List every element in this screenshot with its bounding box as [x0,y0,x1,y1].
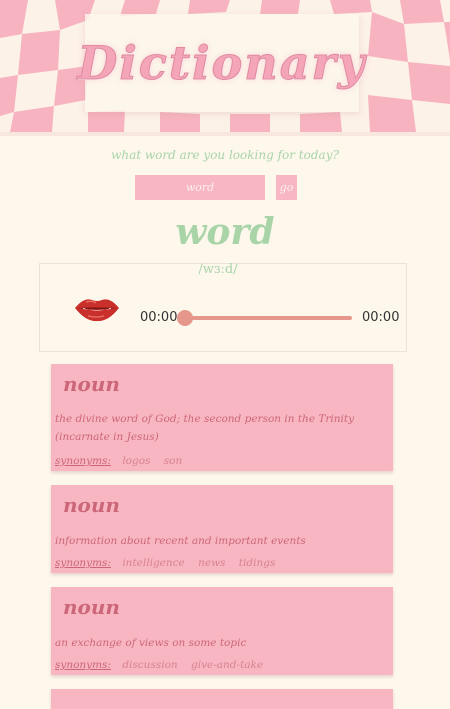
synonym-link[interactable]: tidings [239,557,276,569]
seek-knob[interactable] [177,310,193,326]
synonyms-row: synonyms: discussion give-and-take [55,659,273,671]
search-input[interactable] [135,175,265,200]
synonym-link[interactable]: news [198,557,225,569]
part-of-speech: noun [63,493,120,517]
current-time: 00:00 [140,310,178,325]
search-prompt: what word are you looking for today? [111,148,339,162]
app-title: Dictionary [77,36,367,91]
synonyms-row: synonyms: logos son [55,455,192,467]
part-of-speech: noun [63,595,120,619]
go-button[interactable]: go [276,175,297,200]
synonym-link[interactable]: intelligence [122,557,184,569]
header-banner: Dictionary [0,0,450,136]
meaning-card: noun the divine word of God; the second … [51,364,393,471]
definition-text: an exchange of views on some topic [55,637,247,649]
seek-bar[interactable] [186,316,352,320]
definition-text: the divine word of God; the second perso… [55,413,355,443]
search-bar: go [135,175,297,200]
synonyms-label[interactable]: synonyms: [55,455,111,467]
synonyms-label[interactable]: synonyms: [55,659,111,671]
synonyms-label[interactable]: synonyms: [55,557,111,569]
title-box: Dictionary [77,14,365,112]
synonyms-row: synonyms: intelligence news tidings [55,557,285,569]
part-of-speech: noun [63,372,120,396]
meaning-card: noun an exchange of views on some topic … [51,587,393,675]
synonym-link[interactable]: give-and-take [191,659,263,671]
synonym-link[interactable]: logos [122,455,150,467]
entry-word: word [175,211,275,253]
lips-icon[interactable] [74,296,120,322]
synonym-link[interactable]: discussion [122,659,177,671]
definition-text: information about recent and important e… [55,535,306,547]
meaning-card: noun information about recent and import… [51,485,393,573]
phonetic-text: /wɜːd/ [198,262,238,277]
duration-time: 00:00 [362,310,400,325]
synonym-link[interactable]: son [164,455,182,467]
meaning-card [51,689,393,709]
